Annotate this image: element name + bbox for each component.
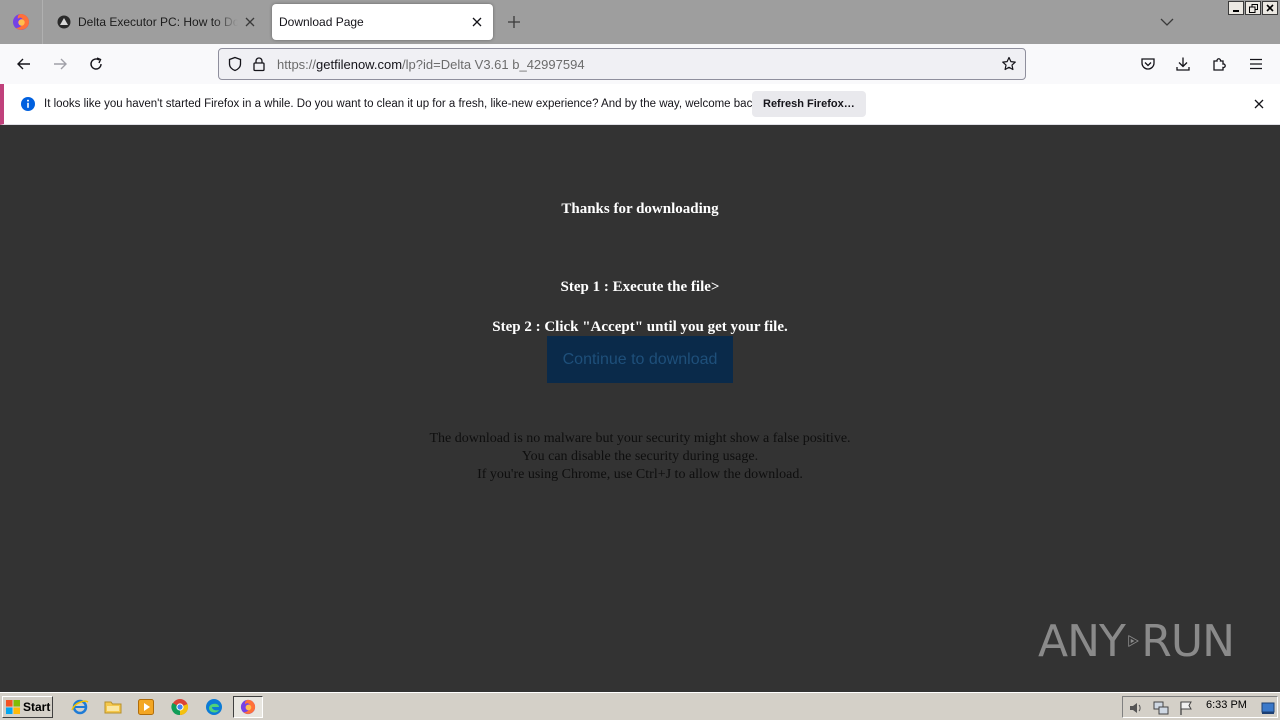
url-scheme: https:// xyxy=(277,56,317,72)
minimize-button[interactable] xyxy=(1228,1,1244,15)
new-tab-plus-icon[interactable] xyxy=(502,10,526,34)
tab-delta-executor[interactable]: Delta Executor PC: How to Download xyxy=(48,4,266,40)
disclaimer-line: If you're using Chrome, use Ctrl+J to al… xyxy=(477,467,803,482)
network-icon[interactable] xyxy=(1153,700,1169,716)
forward-button[interactable] xyxy=(48,52,72,76)
info-icon xyxy=(20,96,36,112)
bookmark-star-icon[interactable] xyxy=(997,52,1021,76)
url-path: /lp?id=Delta V3.61 b_42997594 xyxy=(402,56,585,72)
restore-button[interactable] xyxy=(1245,1,1261,15)
download-arrow-icon xyxy=(1176,57,1190,71)
tab-strip: Delta Executor PC: How to Download Downl… xyxy=(0,0,1280,44)
windows-logo-icon xyxy=(6,700,20,714)
continue-to-download-button[interactable]: Continue to download xyxy=(547,336,733,383)
chrome-icon[interactable] xyxy=(171,698,189,716)
watermark-text-left: ANY xyxy=(1038,615,1126,667)
start-button[interactable]: Start xyxy=(2,696,53,718)
start-label: Start xyxy=(23,700,51,714)
taskbar-clock: 6:33 PM xyxy=(1206,699,1247,711)
page-heading: Thanks for downloading xyxy=(561,201,719,217)
close-notification-icon[interactable] xyxy=(1248,93,1270,115)
media-player-icon[interactable] xyxy=(137,698,155,716)
restore-icon xyxy=(1248,3,1258,13)
firefox-refresh-notification: It looks like you haven't started Firefo… xyxy=(0,84,1280,125)
tab-download-page[interactable]: Download Page xyxy=(272,4,493,40)
play-triangle-icon xyxy=(1128,635,1139,647)
firefox-taskbar-button[interactable] xyxy=(233,696,263,718)
internet-explorer-icon[interactable] xyxy=(71,698,89,716)
firefox-logo-icon xyxy=(13,14,29,30)
pocket-icon xyxy=(1141,58,1155,70)
back-arrow-icon xyxy=(17,58,30,70)
navigation-toolbar: https://getfilenow.com/lp?id=Delta V3.61… xyxy=(0,44,1280,84)
close-tab-icon[interactable] xyxy=(465,10,489,34)
forward-arrow-icon xyxy=(54,58,67,70)
downloads-button[interactable] xyxy=(1171,52,1195,76)
app-menu-button[interactable] xyxy=(1244,52,1268,76)
refresh-firefox-button[interactable]: Refresh Firefox… xyxy=(752,91,866,117)
extensions-button[interactable] xyxy=(1208,52,1232,76)
hamburger-menu-icon xyxy=(1250,58,1262,70)
close-window-button[interactable] xyxy=(1262,1,1278,15)
delta-favicon-icon xyxy=(56,14,72,30)
file-explorer-folder-icon[interactable] xyxy=(104,698,122,716)
watermark-text-right: RUN xyxy=(1141,615,1235,667)
firefox-logo-icon xyxy=(240,699,256,715)
url-text[interactable]: https://getfilenow.com/lp?id=Delta V3.61… xyxy=(277,57,997,72)
system-tray xyxy=(1122,696,1278,718)
url-domain: getfilenow.com xyxy=(316,56,403,72)
page-content: Thanks for downloading Step 1 : Execute … xyxy=(0,125,1280,692)
reload-icon xyxy=(90,57,102,70)
tab-title: Delta Executor PC: How to Download xyxy=(78,15,238,29)
reload-button[interactable] xyxy=(84,52,108,76)
window-controls xyxy=(1228,1,1278,15)
lock-icon[interactable] xyxy=(249,54,269,74)
pocket-button[interactable] xyxy=(1136,52,1160,76)
disclaimer-line: The download is no malware but your secu… xyxy=(429,431,851,446)
action-center-flag-icon[interactable] xyxy=(1178,700,1194,716)
step-2-text: Step 2 : Click "Accept" until you get yo… xyxy=(492,319,788,335)
close-icon xyxy=(1266,4,1274,12)
disclaimer-text: The download is no malware but your secu… xyxy=(0,430,1280,484)
close-tab-icon[interactable] xyxy=(238,10,262,34)
step-1-text: Step 1 : Execute the file> xyxy=(560,279,720,295)
tracking-protection-shield-icon[interactable] xyxy=(225,54,245,74)
notification-message: It looks like you haven't started Firefo… xyxy=(44,98,762,110)
show-desktop-icon[interactable] xyxy=(1260,700,1276,716)
firefox-view-button[interactable] xyxy=(0,0,43,44)
tab-title: Download Page xyxy=(279,15,364,29)
edge-icon[interactable] xyxy=(205,698,223,716)
puzzle-piece-icon xyxy=(1213,58,1226,71)
list-all-tabs-chevron-down-icon[interactable] xyxy=(1155,10,1179,34)
speaker-volume-icon[interactable] xyxy=(1128,700,1144,716)
windows-taskbar: Start 6:33 PM xyxy=(0,692,1280,720)
minimize-icon xyxy=(1233,10,1239,12)
back-button[interactable] xyxy=(12,52,36,76)
url-bar[interactable]: https://getfilenow.com/lp?id=Delta V3.61… xyxy=(218,48,1026,80)
anyrun-watermark-logo: ANY RUN xyxy=(1038,608,1235,674)
disclaimer-line: You can disable the security during usag… xyxy=(521,449,759,464)
